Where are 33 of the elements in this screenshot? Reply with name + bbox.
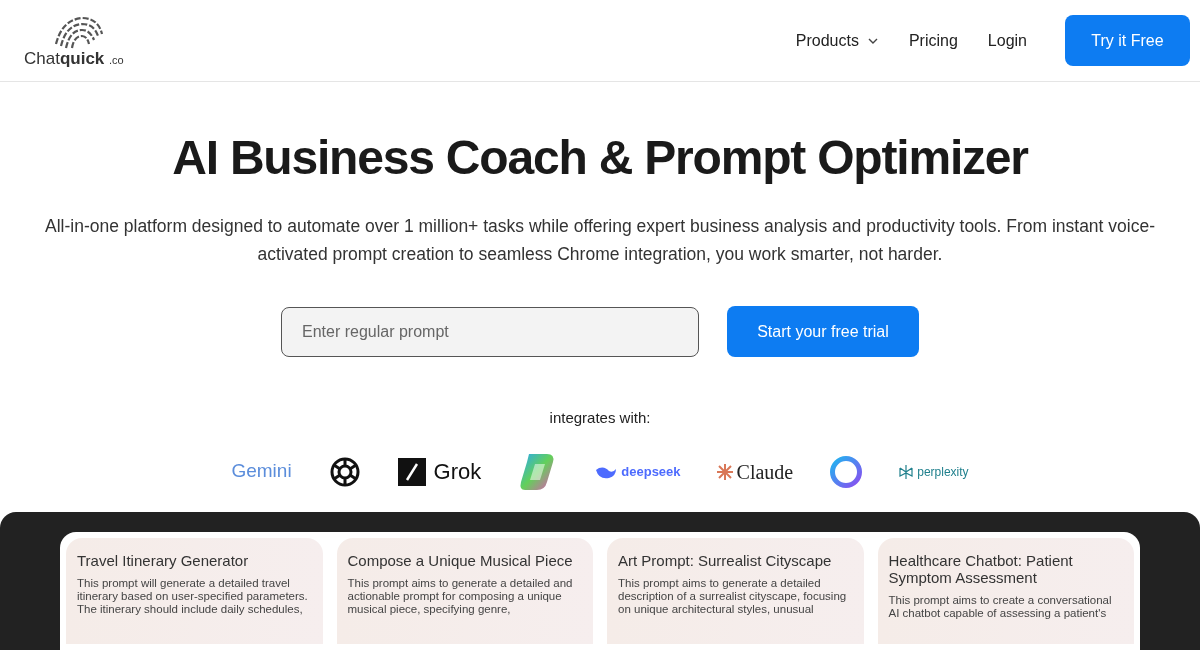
card-description: This prompt aims to create a conversational AI chatbot capable of assessing a patient's xyxy=(888,593,1113,620)
chevron-down-icon xyxy=(866,36,879,45)
fingerprint-logo-icon xyxy=(52,14,104,50)
nav-link[interactable]: Pricing xyxy=(908,28,958,53)
prompt-card[interactable]: Travel Itinerary Generator This prompt will generate a detailed travel itinerary based on user-specified parameters. The itinerary should include daily schedules, xyxy=(66,537,323,644)
deepseek-logo: deepseek xyxy=(621,462,681,481)
claude-logo: Claude xyxy=(736,459,794,485)
gemini-logo: Gemini xyxy=(231,459,292,484)
card-description: This prompt aims to generate a detailed description of a surrealist cityscape, focusing on unique architectural styles, unusual xyxy=(618,576,848,616)
prompt-card[interactable]: Compose a Unique Musical Piece This prompt aims to generate a detailed and actionable prompt for composing a unique musical piece, specifying genre, xyxy=(336,537,593,644)
integrations-label: integrates with: xyxy=(549,408,651,428)
nav-link[interactable]: Products xyxy=(795,28,879,53)
prompt-field[interactable]: Enter regular prompt xyxy=(281,306,699,357)
card-title: Art Prompt: Surrealist Cityscape xyxy=(618,551,833,569)
ring-logo-icon xyxy=(829,454,864,489)
hero-title: AI Business Coach & Prompt Optimizer xyxy=(172,134,1028,182)
card-title: Compose a Unique Musical Piece xyxy=(347,551,574,569)
slash-logo-icon xyxy=(397,457,426,486)
start-trial-button[interactable]: Start your free trial xyxy=(727,306,919,357)
starburst-logo-icon xyxy=(716,463,733,480)
grok-logo: Grok xyxy=(433,458,482,486)
card-title: Healthcare Chatbot: Patient Symptom Assessment xyxy=(888,551,1074,586)
card-description: This prompt aims to generate a detailed and actionable prompt for composing a unique musical piece, specifying genre, xyxy=(347,576,574,616)
nav-link[interactable]: Login xyxy=(987,28,1027,53)
prompt-card[interactable]: Healthcare Chatbot: Patient Symptom Assessment This prompt aims to create a conversational AI chatbot capable of assessing a patient's xyxy=(877,537,1134,644)
prompt-card[interactable]: Art Prompt: Surrealist Cityscape This prompt aims to generate a detailed description of a surrealist cityscape, focusing on unique architectural styles, unusual xyxy=(607,537,864,644)
perplexity-logo-icon xyxy=(899,463,914,480)
hero-subtitle: All-in-one platform designed to automate over 1 million+ tasks while offering expert business analysis and productivity tools. From instant voice-activated prompt creation to seamless Chrome integration, you work smarter, not harder. xyxy=(44,215,1156,266)
logo-wordmark[interactable]: Chatquick .co xyxy=(24,50,124,67)
card-title: Travel Itinerary Generator xyxy=(77,551,250,569)
try-free-button[interactable]: Try it Free xyxy=(1065,15,1190,66)
perplexity-logo: perplexity xyxy=(917,463,969,481)
card-description: This prompt will generate a detailed travel itinerary based on user-specified parameters. The itinerary should include daily schedules, xyxy=(77,576,309,616)
